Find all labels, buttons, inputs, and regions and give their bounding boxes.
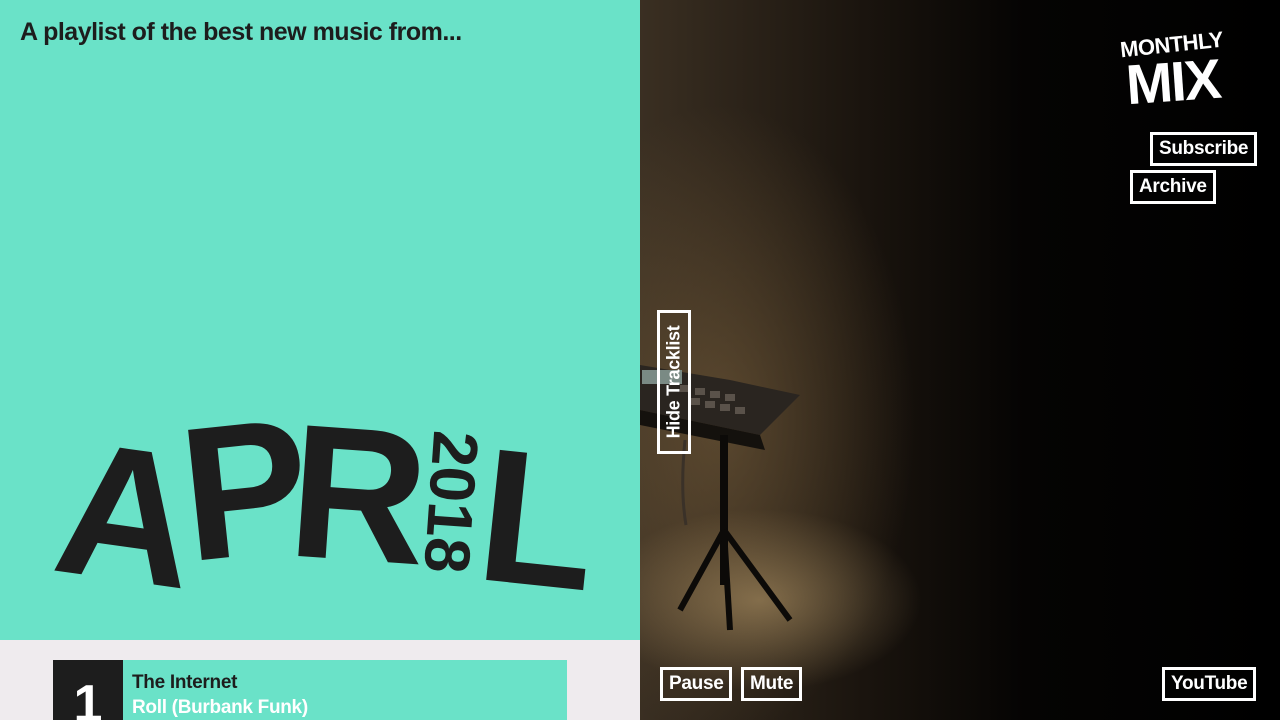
track-row[interactable]: 1 The Internet Roll (Burbank Funk) (53, 660, 567, 720)
archive-button[interactable]: Archive (1130, 170, 1216, 204)
track-number: 1 (53, 660, 123, 720)
tracklist: 1 The Internet Roll (Burbank Funk) (0, 640, 640, 720)
hide-tracklist-label: Hide Tracklist (663, 325, 684, 439)
monthly-mix-logo: MONTHLY MIX (1118, 24, 1242, 120)
track-title: Roll (Burbank Funk) (132, 697, 308, 718)
month-artwork: A P R 2018 L (0, 0, 640, 640)
pause-button[interactable]: Pause (660, 667, 733, 701)
track-meta: The Internet Roll (Burbank Funk) (123, 660, 308, 720)
subscribe-button[interactable]: Subscribe (1150, 132, 1258, 166)
mute-button[interactable]: Mute (741, 667, 803, 701)
hide-tracklist-button[interactable]: Hide Tracklist (657, 310, 691, 454)
logo-bottom-text: MIX (1123, 46, 1222, 117)
month-letter-l: L (469, 408, 607, 632)
track-artist: The Internet (132, 672, 238, 693)
month-panel: A playlist of the best new music from...… (0, 0, 640, 640)
youtube-button[interactable]: YouTube (1162, 667, 1257, 701)
